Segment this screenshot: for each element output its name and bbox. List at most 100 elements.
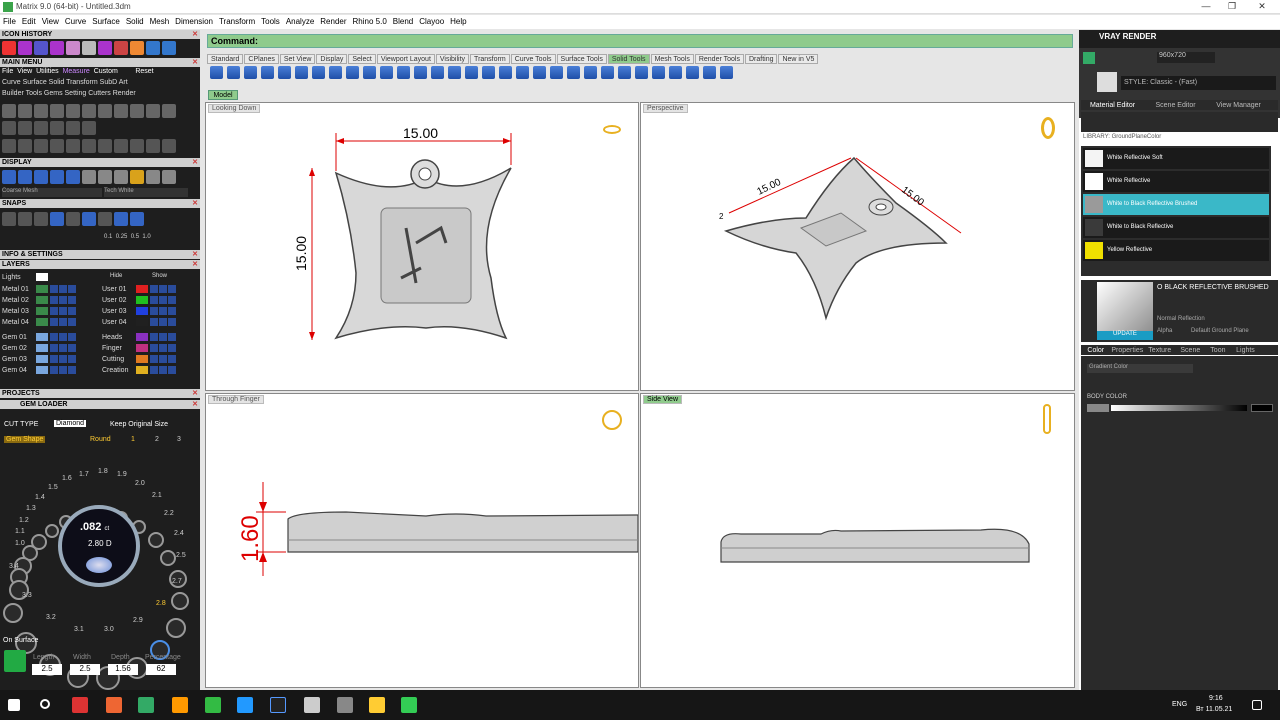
display-mode-icon[interactable] (2, 170, 16, 184)
tool-icon[interactable] (98, 139, 112, 153)
layer-lock-icon[interactable] (159, 296, 167, 304)
layer-color-swatch[interactable] (36, 333, 48, 341)
tool-icon[interactable] (130, 104, 144, 118)
layer-color-swatch[interactable] (136, 355, 148, 363)
layer-row[interactable]: Metal 04 (2, 318, 77, 328)
layer-color-swatch[interactable] (36, 285, 48, 293)
app-icon[interactable] (205, 697, 221, 713)
tool-icon[interactable] (2, 121, 16, 135)
layer-lock-icon[interactable] (159, 344, 167, 352)
tab-scene-editor[interactable]: Scene Editor (1144, 102, 1207, 109)
start-icon[interactable] (8, 699, 20, 711)
menu-dimension[interactable]: Dimension (172, 15, 216, 26)
history-icon[interactable] (130, 41, 144, 55)
snaps-header[interactable]: SNAPS ✕ (0, 199, 200, 208)
app-icon[interactable] (237, 697, 253, 713)
snap-value-2[interactable]: 0.25 (116, 234, 128, 240)
layer-row[interactable]: Finger (102, 344, 177, 354)
history-icon[interactable] (82, 41, 96, 55)
display-mode-icon[interactable] (50, 170, 64, 184)
menu-help[interactable]: Help (447, 15, 469, 26)
layer-row[interactable]: Gem 03 (2, 355, 77, 365)
display-mode-icon[interactable] (66, 170, 80, 184)
tool-icon[interactable] (82, 121, 96, 135)
toolbar-tab[interactable]: Surface Tools (556, 54, 607, 64)
app-icon[interactable] (270, 697, 286, 713)
tool-icon[interactable] (465, 66, 478, 79)
tool-icon[interactable] (98, 104, 112, 118)
history-icon[interactable] (34, 41, 48, 55)
tool-icon[interactable] (414, 66, 427, 79)
command-line[interactable]: Command: (207, 34, 1073, 48)
layer-color-swatch[interactable] (36, 318, 48, 326)
layer-lock-icon[interactable] (159, 366, 167, 374)
toolbar-tab[interactable]: Select (348, 54, 376, 64)
menu-blend[interactable]: Blend (390, 15, 416, 26)
main-menu-row-tools[interactable]: Builder Tools Gems Setting Cutters Rende… (2, 90, 136, 97)
search-icon[interactable] (40, 699, 50, 709)
tool-icon[interactable] (2, 139, 16, 153)
shape-option-2[interactable]: 2 (155, 436, 159, 443)
layer-visibility-icon[interactable] (50, 366, 58, 374)
toolbar-tab[interactable]: Viewport Layout (376, 54, 435, 64)
on-surface-toggle[interactable]: On Surface (3, 637, 38, 644)
layer-lock-icon[interactable] (159, 307, 167, 315)
tool-icon[interactable] (34, 139, 48, 153)
layer-color-swatch[interactable] (136, 366, 148, 374)
layer-visibility-icon[interactable] (50, 296, 58, 304)
tool-icon[interactable] (210, 66, 223, 79)
ground-plane-select[interactable]: Default Ground Plane (1191, 328, 1249, 334)
tool-icon[interactable] (533, 66, 546, 79)
layer-color-swatch[interactable] (36, 344, 48, 352)
tool-icon[interactable] (50, 104, 64, 118)
text-tool-icon[interactable] (34, 121, 48, 135)
display-mode-icon[interactable] (18, 170, 32, 184)
snap-icon[interactable] (114, 212, 128, 226)
layer-visibility-icon[interactable] (50, 355, 58, 363)
viewport-top[interactable]: Looking Down 15.00 15.00 (205, 102, 639, 391)
main-menu-header[interactable]: MAIN MENU ✕ (0, 58, 200, 67)
display-mode-select[interactable]: Coarse Mesh (2, 188, 102, 197)
keep-original-size-toggle[interactable]: Keep Original Size (110, 421, 168, 428)
tool-icon[interactable] (162, 104, 176, 118)
layer-select-icon[interactable] (68, 333, 76, 341)
tool-icon[interactable] (130, 139, 144, 153)
layer-select-icon[interactable] (68, 355, 76, 363)
app-icon[interactable] (337, 697, 353, 713)
layer-color-swatch[interactable] (136, 318, 148, 326)
tool-icon[interactable] (34, 104, 48, 118)
layer-select-icon[interactable] (68, 318, 76, 326)
tab-color[interactable]: Color (1081, 347, 1111, 354)
layer-lock-icon[interactable] (59, 296, 67, 304)
close-icon[interactable]: ✕ (192, 158, 198, 167)
snap-icon[interactable] (98, 212, 112, 226)
tool-icon[interactable] (50, 139, 64, 153)
layer-lock-icon[interactable] (59, 307, 67, 315)
tool-icon[interactable] (516, 66, 529, 79)
menu-transform[interactable]: Transform (216, 15, 258, 26)
tab-lights[interactable]: Lights (1231, 347, 1261, 354)
close-button[interactable]: ✕ (1252, 1, 1272, 13)
layer-visibility-icon[interactable] (50, 333, 58, 341)
tool-icon[interactable] (686, 66, 699, 79)
clock-date[interactable]: Вт 11.05.21 (1196, 706, 1232, 713)
menu-rhino[interactable]: Rhino 5.0 (350, 15, 390, 26)
layer-lock-icon[interactable] (159, 285, 167, 293)
tool-icon[interactable] (482, 66, 495, 79)
close-icon[interactable]: ✕ (192, 400, 198, 409)
tab-scene[interactable]: Scene (1176, 347, 1206, 354)
tool-icon[interactable] (431, 66, 444, 79)
history-icon[interactable] (114, 41, 128, 55)
layer-row[interactable]: User 02 (102, 296, 177, 306)
layer-visibility-icon[interactable] (150, 333, 158, 341)
display-mode-icon[interactable] (114, 170, 128, 184)
render-icon[interactable] (1083, 52, 1095, 64)
material-row[interactable]: White Reflective (1083, 171, 1269, 192)
toolbar-tab[interactable]: CPlanes (244, 54, 279, 64)
display-mode-icon[interactable] (146, 170, 160, 184)
shape-option-1[interactable]: 1 (131, 436, 135, 443)
length-input[interactable]: 2.5 (32, 664, 62, 675)
close-icon[interactable]: ✕ (192, 250, 198, 259)
layer-lock-icon[interactable] (59, 285, 67, 293)
tool-icon[interactable] (227, 66, 240, 79)
